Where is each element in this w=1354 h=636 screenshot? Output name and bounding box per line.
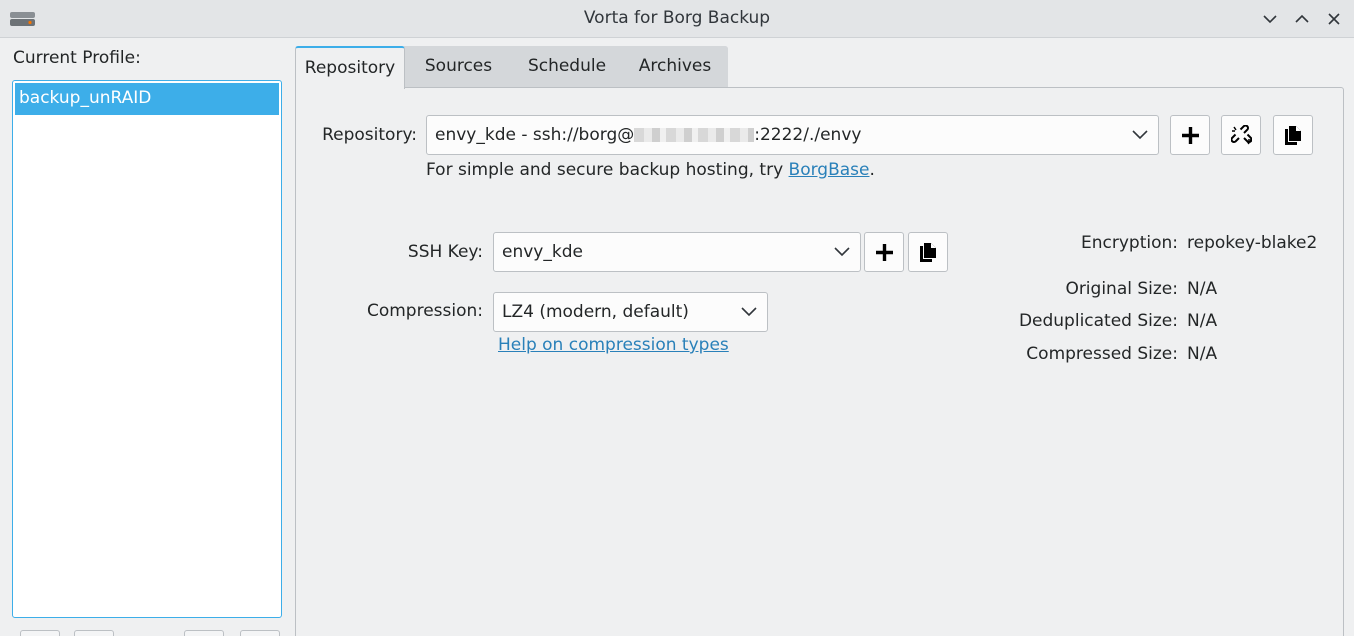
compression-value: LZ4 (modern, default)	[502, 302, 689, 322]
copy-icon	[920, 243, 936, 262]
profile-item[interactable]: backup_unRAID	[15, 83, 279, 115]
borgbase-link[interactable]: BorgBase	[789, 160, 870, 180]
repository-value-suffix: :2222/./envy	[754, 125, 862, 145]
ssh-key-label: SSH Key:	[407, 242, 483, 262]
plus-icon	[1182, 127, 1199, 144]
close-icon	[1328, 13, 1340, 25]
window-title: Vorta for Borg Backup	[583, 8, 771, 28]
chevron-down-icon	[1132, 130, 1148, 140]
add-profile-button[interactable]	[20, 630, 60, 636]
chevron-down-icon	[741, 307, 757, 317]
ssh-key-select[interactable]: envy_kde	[493, 232, 861, 272]
compression-help-link[interactable]: Help on compression types	[498, 335, 729, 355]
profile-list[interactable]: backup_unRAID	[12, 80, 282, 618]
redacted-host	[634, 128, 755, 142]
tab-schedule[interactable]: Schedule	[512, 46, 622, 88]
tab-repository[interactable]: Repository	[295, 46, 405, 89]
original-size-label: Original Size:	[1065, 279, 1178, 299]
unlink-repository-button[interactable]	[1221, 115, 1261, 155]
title-bar: Vorta for Borg Backup	[0, 0, 1354, 38]
remove-profile-button[interactable]	[240, 630, 280, 636]
minimize-button[interactable]	[1260, 9, 1280, 29]
edit-profile-button[interactable]	[74, 630, 114, 636]
hint-text: For simple and secure backup hosting, tr…	[426, 160, 789, 180]
compression-select[interactable]: LZ4 (modern, default)	[493, 292, 768, 332]
copy-repository-button[interactable]	[1273, 115, 1313, 155]
copy-icon	[1285, 126, 1301, 145]
original-size-value: N/A	[1187, 279, 1218, 299]
hint-end: .	[869, 160, 875, 180]
deduplicated-size-value: N/A	[1187, 311, 1218, 331]
tab-sources[interactable]: Sources	[405, 46, 512, 88]
current-profile-label: Current Profile:	[13, 48, 141, 68]
ssh-key-value: envy_kde	[502, 242, 583, 262]
unlink-icon	[1231, 125, 1252, 145]
export-profile-button[interactable]	[184, 630, 224, 636]
copy-ssh-key-button[interactable]	[908, 232, 948, 272]
chevron-up-icon	[1295, 14, 1309, 23]
tab-archives[interactable]: Archives	[622, 46, 728, 88]
plus-icon	[876, 244, 893, 261]
encryption-label: Encryption:	[1081, 233, 1178, 253]
chevron-down-icon	[1263, 15, 1277, 24]
repository-value-prefix: envy_kde - ssh://borg@	[435, 125, 635, 145]
compressed-size-label: Compressed Size:	[1026, 344, 1178, 364]
repository-label: Repository:	[322, 125, 417, 145]
deduplicated-size-label: Deduplicated Size:	[1018, 311, 1178, 331]
add-ssh-key-button[interactable]	[864, 232, 904, 272]
borgbase-hint: For simple and secure backup hosting, tr…	[426, 160, 875, 180]
repository-select[interactable]: envy_kde - ssh://borg@ :2222/./envy	[426, 115, 1159, 155]
close-button[interactable]	[1324, 9, 1344, 29]
add-repository-button[interactable]	[1170, 115, 1210, 155]
encryption-value: repokey-blake2	[1187, 233, 1318, 253]
compression-label: Compression:	[366, 301, 483, 321]
chevron-down-icon	[834, 247, 850, 257]
compressed-size-value: N/A	[1187, 344, 1218, 364]
maximize-button[interactable]	[1292, 9, 1312, 29]
